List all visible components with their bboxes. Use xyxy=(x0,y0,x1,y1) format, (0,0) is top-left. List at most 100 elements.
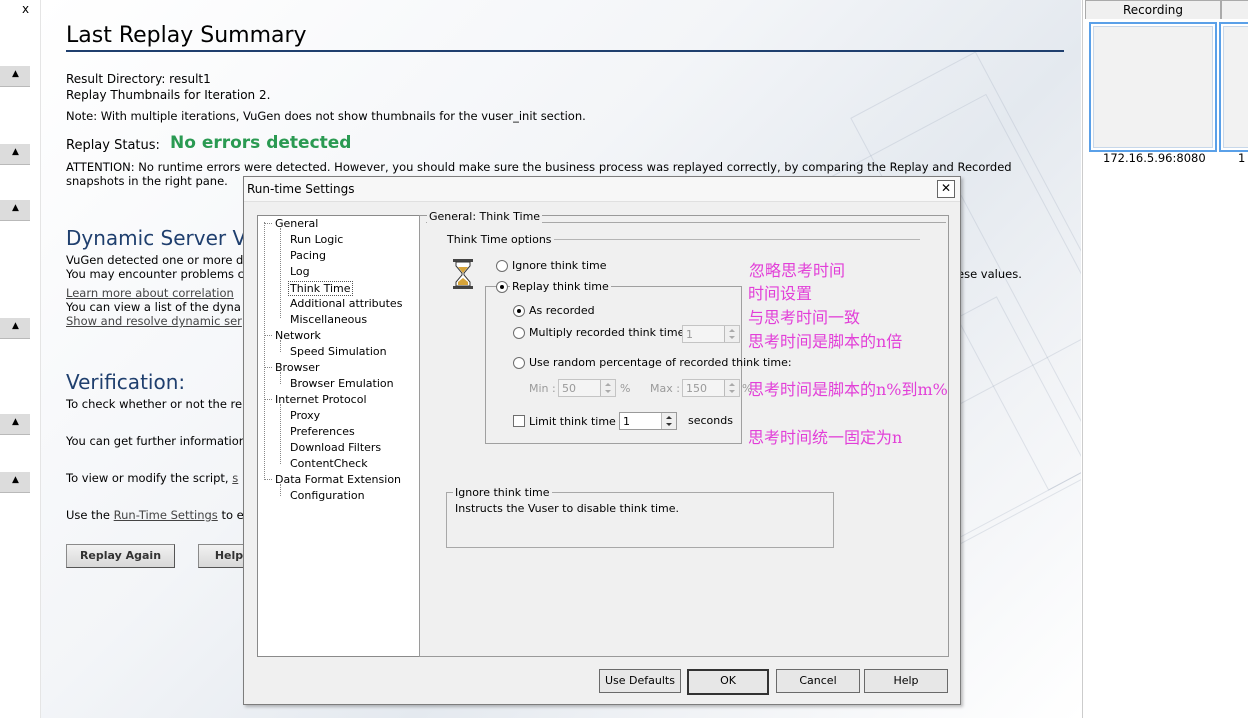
resolve-link[interactable]: Show and resolve dynamic ser xyxy=(66,314,242,328)
multiply-stepper[interactable]: 1 xyxy=(682,325,740,343)
limit-think-time-checkbox[interactable] xyxy=(513,415,525,427)
random-percentage-label: Use random percentage of recorded think … xyxy=(529,356,792,369)
tree-item-preferences[interactable]: Preferences xyxy=(290,425,355,438)
dialog-title: Run-time Settings xyxy=(247,182,355,196)
tree-item-run-logic[interactable]: Run Logic xyxy=(290,233,343,246)
verification-text: Use the Run-Time Settings to e xyxy=(66,508,244,522)
panel-title: General: Think Time xyxy=(427,210,543,223)
snapshot-thumbnail[interactable] xyxy=(1089,22,1217,152)
spin-arrows-icon[interactable] xyxy=(724,326,739,342)
annotation: 思考时间是脚本的n%到m% xyxy=(748,380,948,399)
collapse-button[interactable]: ▲ xyxy=(0,472,30,493)
tree-item-internet-protocol[interactable]: Internet Protocol xyxy=(275,393,367,406)
cancel-button[interactable]: Cancel xyxy=(776,669,860,693)
runtime-settings-link[interactable]: Run-Time Settings xyxy=(114,508,218,522)
dialog-titlebar: Run-time Settings ✕ xyxy=(244,177,960,202)
script-link[interactable]: s xyxy=(232,471,238,485)
annotation: 与思考时间一致 xyxy=(748,308,861,327)
tree-item-network[interactable]: Network xyxy=(275,329,321,342)
tree-item-configuration[interactable]: Configuration xyxy=(290,489,365,502)
verification-text: You can get further information xyxy=(66,434,247,448)
collapse-button[interactable]: ▲ xyxy=(0,200,30,221)
correlation-link[interactable]: Learn more about correlation xyxy=(66,286,234,300)
up-arrow-icon: ▲ xyxy=(12,203,19,213)
hourglass-icon xyxy=(453,259,473,289)
tree-item-think-time[interactable]: Think Time xyxy=(288,281,353,296)
thumbnail-label: 172.16.5.96:8080 xyxy=(1103,151,1206,165)
annotation: 思考时间统一固定为n xyxy=(748,428,903,447)
description-box xyxy=(446,492,834,548)
tree-item-download-filters[interactable]: Download Filters xyxy=(290,441,381,454)
max-value: 150 xyxy=(686,382,707,395)
think-time-options-label: Think Time options xyxy=(445,233,554,246)
up-arrow-icon: ▲ xyxy=(12,321,19,331)
annotation: 思考时间是脚本的n倍 xyxy=(748,332,903,351)
tree-item-pacing[interactable]: Pacing xyxy=(290,249,326,262)
tree-item-general[interactable]: General xyxy=(275,217,318,230)
tree-item-additional-attributes[interactable]: Additional attributes xyxy=(290,297,402,310)
snapshot-thumbnail[interactable] xyxy=(1219,22,1248,152)
as-recorded-label: As recorded xyxy=(529,304,595,317)
up-arrow-icon: ▲ xyxy=(12,417,19,427)
verification-text-pre: Use the xyxy=(66,508,114,522)
min-stepper[interactable]: 50 xyxy=(558,379,616,397)
settings-tree: General Run Logic Pacing Log Think Time … xyxy=(257,215,421,657)
max-label: Max : xyxy=(650,382,680,395)
tree-item-speed-simulation[interactable]: Speed Simulation xyxy=(290,345,387,358)
collapse-button[interactable]: ▲ xyxy=(0,144,30,165)
multiply-value: 1 xyxy=(686,328,693,341)
dynamic-text-tail: ese values. xyxy=(957,267,1022,281)
ignore-think-time-radio[interactable] xyxy=(496,260,508,272)
spin-arrows-icon[interactable] xyxy=(724,380,739,396)
multiply-radio[interactable] xyxy=(513,327,525,339)
tree-item-browser-emulation[interactable]: Browser Emulation xyxy=(290,377,394,390)
replay-status-value: No errors detected xyxy=(170,133,352,153)
tree-item-browser[interactable]: Browser xyxy=(275,361,320,374)
replay-again-button[interactable]: Replay Again xyxy=(66,544,175,568)
close-icon[interactable]: ✕ xyxy=(937,180,955,198)
min-value: 50 xyxy=(562,382,576,395)
tree-item-proxy[interactable]: Proxy xyxy=(290,409,320,422)
max-stepper[interactable]: 150 xyxy=(682,379,740,397)
thumbnail-image xyxy=(1093,26,1213,148)
annotation: 忽略思考时间 xyxy=(749,261,846,280)
description-text: Instructs the Vuser to disable think tim… xyxy=(455,502,680,515)
replay-think-time-label: Replay think time xyxy=(510,280,611,293)
tab-recording[interactable]: Recording xyxy=(1085,0,1221,19)
random-percentage-radio[interactable] xyxy=(513,357,525,369)
result-directory: Result Directory: result1 xyxy=(66,72,211,86)
runtime-settings-dialog: Run-time Settings ✕ General Run Logic Pa… xyxy=(243,176,961,705)
tree-item-miscellaneous[interactable]: Miscellaneous xyxy=(290,313,367,326)
attention-text-2: snapshots in the right pane. xyxy=(66,174,228,188)
collapse-button[interactable]: ▲ xyxy=(0,414,30,435)
min-label: Min : xyxy=(529,382,556,395)
tree-item-data-format-extension[interactable]: Data Format Extension xyxy=(275,473,401,486)
dynamic-text: VuGen detected one or more d xyxy=(66,253,244,267)
collapse-button[interactable]: ▲ xyxy=(0,318,30,339)
verification-text-pre: To view or modify the script, xyxy=(66,471,233,485)
up-arrow-icon: ▲ xyxy=(12,69,19,79)
dynamic-text: You may encounter problems c xyxy=(66,267,245,281)
replay-think-time-radio[interactable] xyxy=(496,281,508,293)
close-icon[interactable]: x xyxy=(22,2,29,16)
attention-text: ATTENTION: No runtime errors were detect… xyxy=(66,160,1012,174)
tree-item-log[interactable]: Log xyxy=(290,265,310,278)
thumbnail-label: 1 xyxy=(1238,151,1246,165)
spin-arrows-icon[interactable] xyxy=(600,380,615,396)
spin-arrows-icon[interactable] xyxy=(661,413,676,429)
tab-replay[interactable] xyxy=(1221,0,1248,19)
verification-text: To view or modify the script, s xyxy=(66,471,238,485)
dynamic-text: You can view a list of the dyna xyxy=(66,300,241,314)
ok-button[interactable]: OK xyxy=(687,669,769,695)
title-underline xyxy=(66,50,1064,52)
page-title: Last Replay Summary xyxy=(66,23,307,48)
seconds-label: seconds xyxy=(688,414,733,427)
limit-stepper[interactable]: 1 xyxy=(619,412,677,430)
tree-item-contentcheck[interactable]: ContentCheck xyxy=(290,457,368,470)
use-defaults-button[interactable]: Use Defaults xyxy=(599,669,681,693)
collapse-button[interactable]: ▲ xyxy=(0,66,30,87)
as-recorded-radio[interactable] xyxy=(513,305,525,317)
settings-panel: General: Think Time Think Time options I… xyxy=(419,210,949,657)
help-button[interactable]: Help xyxy=(864,669,948,693)
annotation: 时间设置 xyxy=(748,284,813,303)
